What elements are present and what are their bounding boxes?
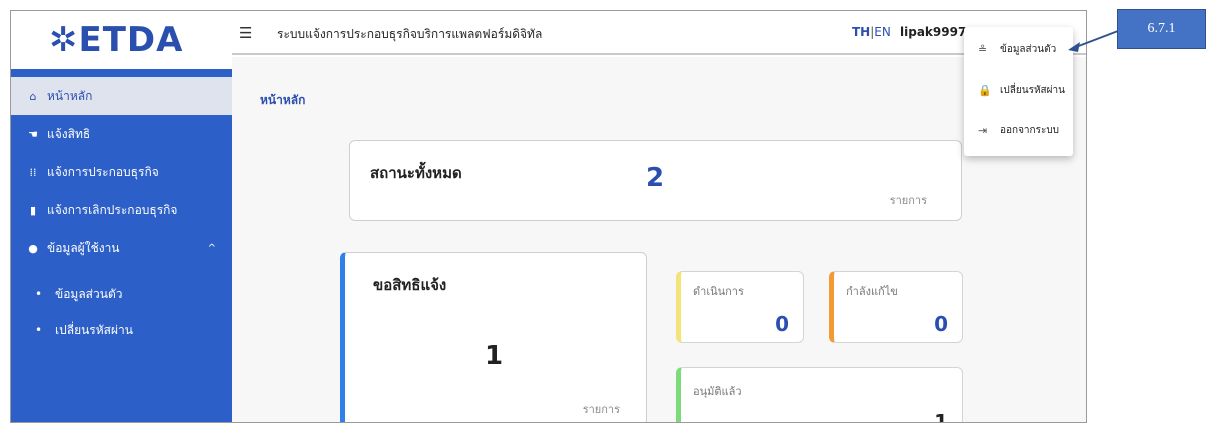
card-count: 2 [646, 163, 665, 193]
card-count: 0 [934, 312, 948, 336]
dropdown-item-change-password[interactable]: 🔒 เปลี่ยนรหัสผ่าน [964, 72, 1073, 108]
bullet-icon: • [35, 323, 43, 337]
logout-icon: ⇥ [978, 123, 988, 137]
lang-th-link[interactable]: TH [852, 25, 870, 39]
dropdown-item-label: ข้อมูลส่วนตัว [1000, 43, 1057, 55]
card-title: ดำเนินการ [693, 285, 744, 298]
sidebar-item-label: ข้อมูลผู้ใช้งาน [47, 240, 120, 255]
app-window: ✲ETDA ⌂ หน้าหลัก ☚ แจ้งสิทธิ ⁞⁞ แจ้งการป… [10, 10, 1087, 423]
sidebar-item-rights[interactable]: ☚ แจ้งสิทธิ [11, 115, 232, 153]
dropdown-item-profile[interactable]: ≗ ข้อมูลส่วนตัว [964, 31, 1073, 67]
dropdown-item-label: ออกจากระบบ [1000, 124, 1060, 136]
request-rights-card: ขอสิทธิแจ้ง 1 รายการ [340, 252, 647, 422]
card-title: ขอสิทธิแจ้ง [373, 276, 447, 294]
annotation-callout: 6.7.1 [1117, 9, 1206, 49]
system-title: ระบบแจ้งการประกอบธุรกิจบริการแพลตฟอร์มดิ… [277, 27, 543, 41]
sidebar-item-label: หน้าหลัก [47, 88, 93, 103]
all-status-card: สถานะทั้งหมด 2 รายการ [349, 140, 962, 221]
sidebar-subitem-profile[interactable]: • ข้อมูลส่วนตัว [11, 277, 232, 311]
dropdown-item-label: เปลี่ยนรหัสผ่าน [1000, 84, 1065, 96]
user-icon: ● [28, 241, 38, 255]
card-title: กำลังแก้ไข [846, 285, 898, 298]
approved-card: อนุมัติแล้ว 1 [676, 367, 963, 423]
card-title: สถานะทั้งหมด [370, 164, 462, 182]
card-unit: รายการ [889, 194, 927, 207]
sidebar-item-business[interactable]: ⁞⁞ แจ้งการประกอบธุรกิจ [11, 153, 232, 191]
sidebar-item-label: แจ้งการประกอบธุรกิจ [47, 164, 159, 179]
sidebar-item-user-info[interactable]: ● ข้อมูลผู้ใช้งาน ^ [11, 229, 232, 267]
main-content: หน้าหลัก สถานะทั้งหมด 2 รายการ ขอสิทธิแจ… [232, 57, 1086, 423]
card-count: 1 [485, 341, 504, 371]
editing-card: กำลังแก้ไข 0 [829, 271, 963, 343]
grid-icon: ⁞⁞ [29, 165, 37, 179]
sidebar-subitem-change-password[interactable]: • เปลี่ยนรหัสผ่าน [11, 313, 232, 347]
sidebar-item-cancel-business[interactable]: ▮ แจ้งการเลิกประกอบธุรกิจ [11, 191, 232, 229]
sidebar-item-label: แจ้งการเลิกประกอบธุรกิจ [47, 202, 178, 217]
user-menu-button[interactable]: lipak9997 [900, 25, 966, 39]
bullet-icon: • [35, 287, 43, 301]
hamburger-menu-icon[interactable]: ☰ [239, 24, 252, 42]
hand-icon: ☚ [28, 127, 38, 141]
home-icon: ⌂ [29, 89, 37, 103]
person-icon: ≗ [978, 42, 988, 56]
in-progress-card: ดำเนินการ 0 [676, 271, 804, 343]
breadcrumb[interactable]: หน้าหลัก [260, 91, 305, 110]
card-count: 0 [775, 312, 789, 336]
language-switcher: TH|EN [852, 25, 891, 39]
card-count: 1 [934, 410, 948, 423]
document-icon: ▮ [29, 203, 37, 217]
logo-area: ✲ETDA [11, 11, 232, 69]
user-dropdown-menu: ≗ ข้อมูลส่วนตัว 🔒 เปลี่ยนรหัสผ่าน ⇥ ออกจ… [964, 27, 1073, 156]
etda-logo: ✲ETDA [49, 20, 184, 60]
chevron-up-icon: ^ [207, 242, 216, 254]
sidebar: ✲ETDA ⌂ หน้าหลัก ☚ แจ้งสิทธิ ⁞⁞ แจ้งการป… [11, 11, 232, 422]
dropdown-item-logout[interactable]: ⇥ ออกจากระบบ [964, 112, 1073, 148]
sidebar-subitem-label: ข้อมูลส่วนตัว [55, 286, 123, 301]
card-title: อนุมัติแล้ว [693, 385, 742, 398]
lang-en-link[interactable]: EN [874, 25, 891, 39]
topbar: ☰ ระบบแจ้งการประกอบธุรกิจบริการแพลตฟอร์ม… [232, 11, 1086, 55]
sidebar-item-home[interactable]: ⌂ หน้าหลัก [11, 77, 232, 115]
lock-icon: 🔒 [978, 83, 992, 97]
sidebar-item-label: แจ้งสิทธิ [47, 126, 91, 141]
sidebar-subitem-label: เปลี่ยนรหัสผ่าน [55, 322, 133, 337]
card-unit: รายการ [582, 403, 620, 416]
